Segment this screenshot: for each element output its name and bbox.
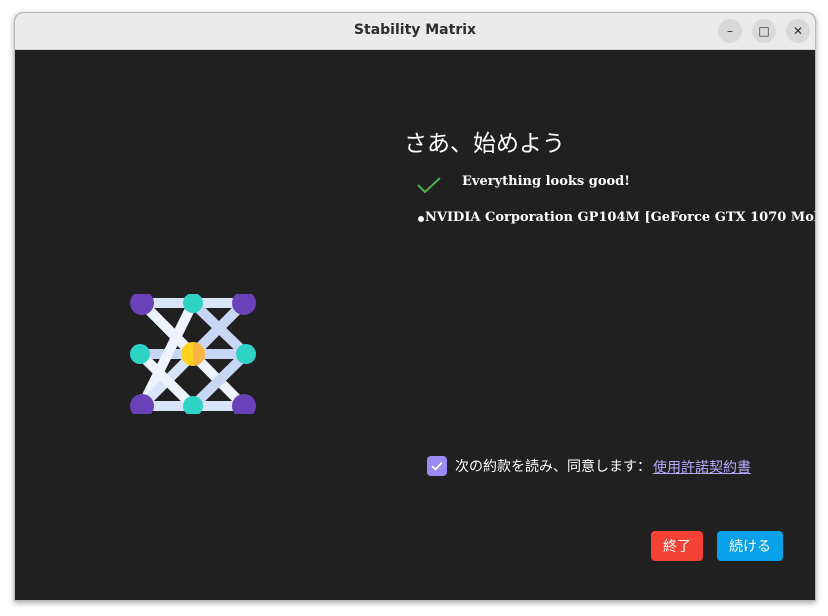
status-message: Everything looks good! [462, 174, 630, 189]
gpu-list-item: NVIDIA Corporation GP104M [GeForce GTX 1… [418, 210, 815, 225]
stability-matrix-logo [130, 294, 256, 414]
license-agreement-link[interactable]: 使用許諾契約書 [653, 457, 751, 477]
page-title: さあ、始めよう [404, 131, 565, 157]
close-button[interactable]: ✕ [786, 19, 810, 43]
bullet-icon [418, 216, 424, 222]
setup-content: さあ、始めよう Everything looks good! NVIDIA Co… [15, 50, 815, 600]
window-title: Stability Matrix [353, 22, 477, 38]
agreement-label: 次の約款を読み、同意します： [455, 459, 651, 475]
checkmark-icon [417, 177, 441, 194]
checkbox-check-icon [431, 461, 443, 471]
title-bar[interactable]: Stability Matrix – □ ✕ [15, 13, 815, 50]
minimize-button[interactable]: – [718, 19, 742, 43]
continue-button[interactable]: 続ける [717, 531, 783, 561]
quit-button[interactable]: 終了 [651, 531, 703, 561]
gpu-name: NVIDIA Corporation GP104M [GeForce GTX 1… [425, 210, 815, 225]
app-window: Stability Matrix – □ ✕ さあ、始めよう Everythin… [14, 12, 816, 601]
agree-checkbox[interactable] [427, 456, 447, 476]
maximize-button[interactable]: □ [752, 19, 776, 43]
